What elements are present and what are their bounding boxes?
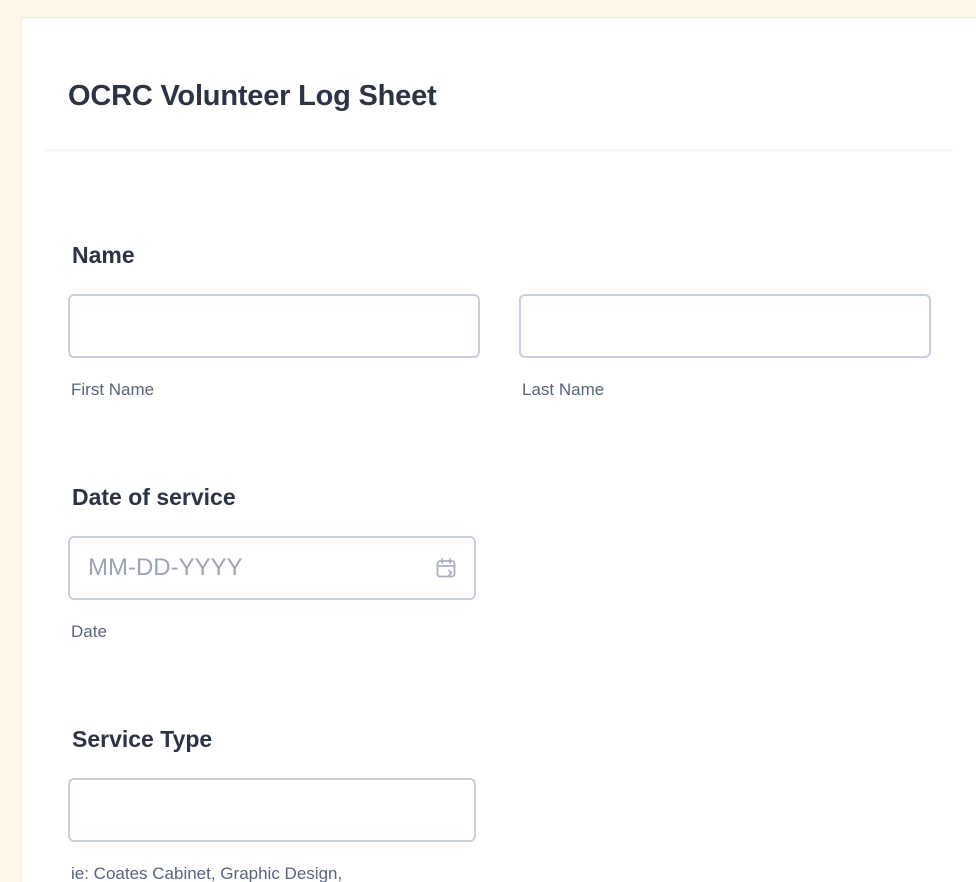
- page: OCRC Volunteer Log Sheet Name First Name…: [0, 0, 976, 882]
- form-card: OCRC Volunteer Log Sheet Name First Name…: [22, 18, 976, 882]
- first-name-input[interactable]: [68, 294, 480, 358]
- date-input[interactable]: [68, 536, 476, 600]
- calendar-icon[interactable]: [434, 556, 458, 580]
- name-label: Name: [72, 242, 135, 268]
- form-title: OCRC Volunteer Log Sheet: [68, 80, 437, 112]
- service-type-label: Service Type: [72, 726, 213, 752]
- last-name-input[interactable]: [519, 294, 931, 358]
- form-header: OCRC Volunteer Log Sheet: [44, 18, 954, 151]
- first-name-sublabel: First Name: [71, 380, 155, 399]
- date-sublabel: Date: [71, 622, 107, 641]
- last-name-sublabel: Last Name: [522, 380, 605, 399]
- service-type-sublabel: ie: Coates Cabinet, Graphic Design,: [71, 864, 343, 882]
- service-type-input[interactable]: [68, 778, 476, 842]
- date-of-service-label: Date of service: [72, 484, 236, 510]
